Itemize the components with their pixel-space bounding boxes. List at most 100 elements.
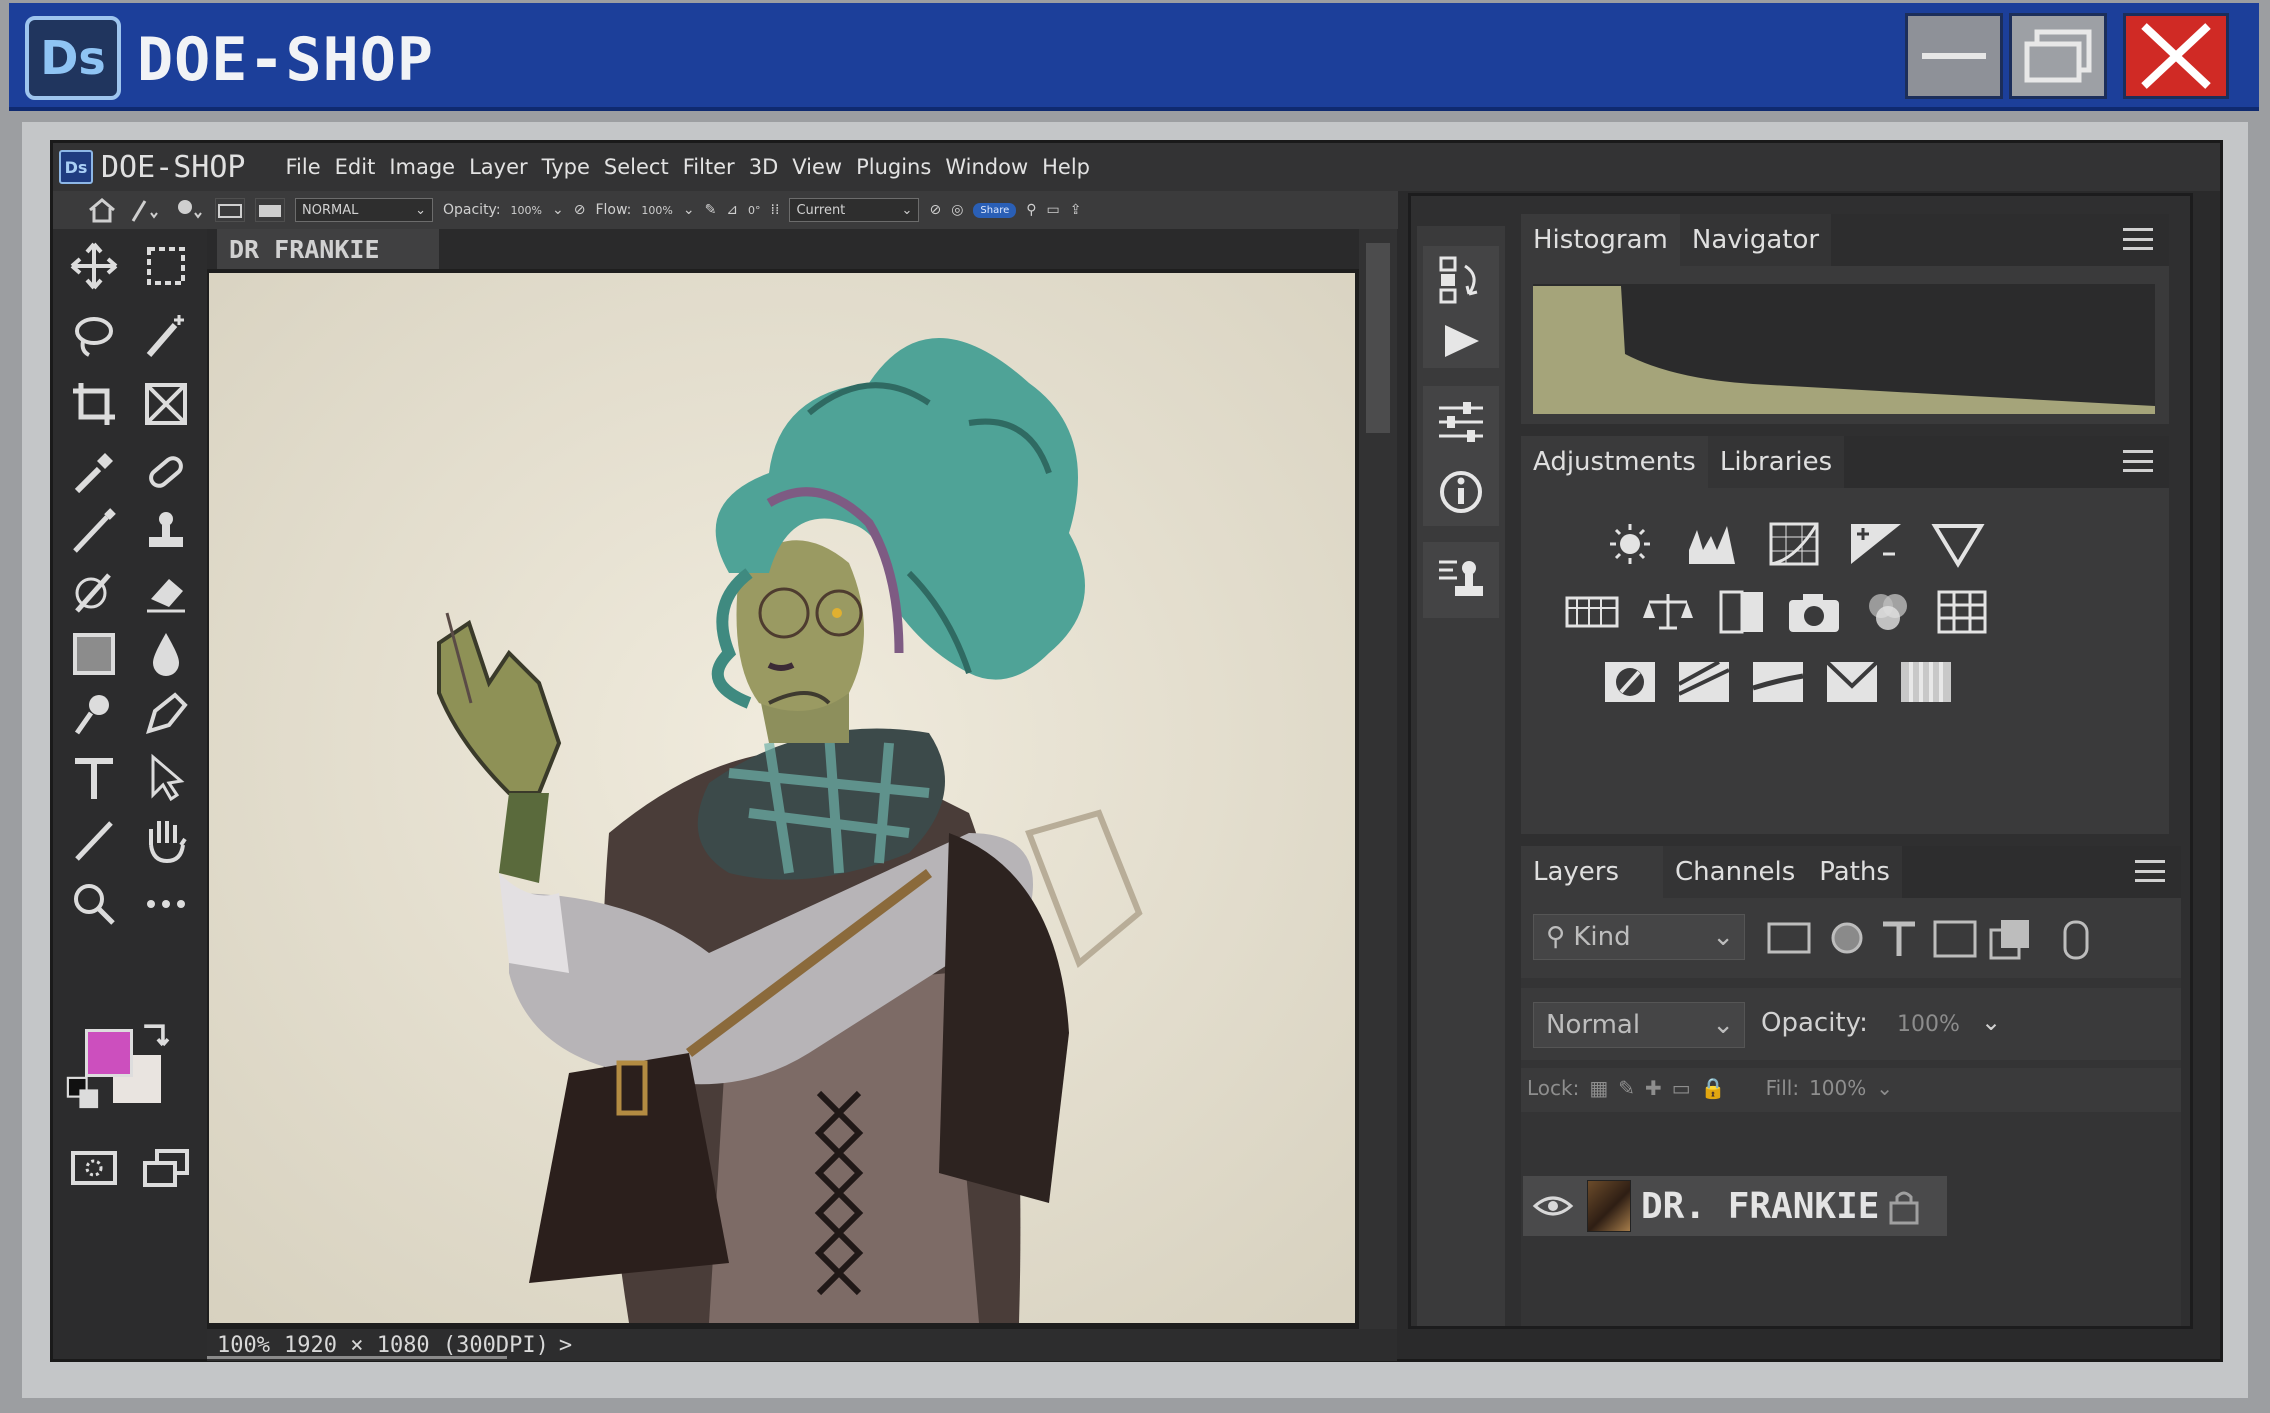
lock-transparency-icon[interactable]: ▦ <box>1589 1076 1608 1100</box>
layer-lock-icon[interactable] <box>1887 1187 1921 1225</box>
brush-panel-button[interactable] <box>215 198 245 222</box>
move-tool-icon[interactable] <box>65 237 123 295</box>
pen-tool-icon[interactable] <box>137 685 195 743</box>
default-colors-icon[interactable] <box>65 1075 101 1111</box>
menu-layer[interactable]: Layer <box>469 155 528 179</box>
marquee-tool-icon[interactable] <box>137 237 195 295</box>
tab-libraries[interactable]: Libraries <box>1707 436 1845 488</box>
adjustments-sliders-icon[interactable] <box>1435 396 1487 448</box>
menu-edit[interactable]: Edit <box>335 155 376 179</box>
menu-3d[interactable]: 3D <box>749 155 779 179</box>
gradient-map-icon[interactable] <box>1821 656 1883 708</box>
filter-toggle-icon[interactable] <box>2063 920 2089 960</box>
opacity-value[interactable]: 100% <box>511 204 542 217</box>
tab-adjustments[interactable]: Adjustments <box>1521 436 1708 488</box>
status-expand-arrow[interactable]: > <box>559 1333 572 1358</box>
layers-panel-menu-icon[interactable] <box>2135 860 2165 882</box>
smart-object-filter-icon[interactable] <box>2001 920 2029 948</box>
menu-file[interactable]: File <box>286 155 321 179</box>
menu-type[interactable]: Type <box>542 155 590 179</box>
photo-filter-icon[interactable] <box>1783 586 1845 638</box>
history-brush-tool-icon[interactable] <box>65 563 123 621</box>
layer-blend-select[interactable]: Normal ⌄ <box>1533 1002 1745 1048</box>
zoom-tool-icon[interactable] <box>65 875 123 933</box>
tab-channels[interactable]: Channels <box>1663 846 1808 898</box>
screen-mode-icon[interactable] <box>137 1139 195 1197</box>
brush-size-icon[interactable] <box>171 197 205 223</box>
more-tools-icon[interactable] <box>137 875 195 933</box>
workspace-icon[interactable]: ▭ <box>1047 202 1060 218</box>
eraser-tool-icon[interactable] <box>137 563 195 621</box>
share-button[interactable]: Share <box>973 202 1017 218</box>
target-icon[interactable]: ◎ <box>951 202 963 218</box>
magic-wand-tool-icon[interactable] <box>137 307 195 365</box>
line-tool-icon[interactable] <box>65 811 123 869</box>
histogram-panel-menu-icon[interactable] <box>2123 228 2153 250</box>
threshold-icon[interactable] <box>1747 656 1809 708</box>
pressure-size-icon[interactable]: ⊘ <box>929 202 941 218</box>
lock-all-icon[interactable]: 🔒 <box>1701 1076 1726 1100</box>
adjustment-filter-icon[interactable] <box>1831 922 1863 954</box>
layer-row[interactable]: DR. FRANKIE <box>1523 1176 1947 1236</box>
history-icon[interactable] <box>1435 254 1487 306</box>
invert-icon[interactable] <box>1599 656 1661 708</box>
gradient-tool-icon[interactable] <box>65 625 123 683</box>
chevron-down-icon[interactable]: ⌄ <box>683 202 695 218</box>
clone-source-icon[interactable] <box>1435 554 1487 606</box>
brightness-icon[interactable] <box>1599 518 1661 570</box>
chevron-down-icon[interactable]: ⌄ <box>1981 1008 2001 1036</box>
tab-histogram[interactable]: Histogram <box>1521 214 1680 266</box>
selective-color-icon[interactable] <box>1895 656 1957 708</box>
artwork-canvas[interactable] <box>209 273 1355 1323</box>
lock-paint-icon[interactable]: ✎ <box>1618 1076 1635 1100</box>
exposure-icon[interactable] <box>1845 518 1907 570</box>
stamp-tool-icon[interactable] <box>137 503 195 561</box>
swap-colors-icon[interactable] <box>137 1019 173 1055</box>
menu-help[interactable]: Help <box>1042 155 1090 179</box>
brush-tool-icon[interactable] <box>65 503 123 561</box>
symmetry-icon[interactable]: ⁞⁞ <box>771 202 780 218</box>
home-icon[interactable] <box>87 197 117 223</box>
flow-value[interactable]: 100% <box>641 204 672 217</box>
play-actions-icon[interactable] <box>1435 321 1487 361</box>
menu-filter[interactable]: Filter <box>683 155 735 179</box>
menu-plugins[interactable]: Plugins <box>856 155 931 179</box>
angle-value[interactable]: 0° <box>748 204 761 217</box>
airbrush-icon[interactable]: ✎ <box>705 202 717 218</box>
layer-kind-filter[interactable]: ⚲ Kind ⌄ <box>1533 914 1745 960</box>
dodge-tool-icon[interactable] <box>65 685 123 743</box>
hue-saturation-icon[interactable] <box>1561 586 1623 638</box>
minimize-button[interactable] <box>1905 13 2003 99</box>
menu-window[interactable]: Window <box>945 155 1028 179</box>
eyedropper-tool-icon[interactable] <box>65 443 123 501</box>
tab-paths[interactable]: Paths <box>1807 846 1902 898</box>
clone-source-button[interactable] <box>255 198 285 222</box>
shape-filter-icon[interactable] <box>1933 920 1977 958</box>
channel-mixer-icon[interactable] <box>1857 586 1919 638</box>
quick-mask-icon[interactable] <box>65 1139 123 1197</box>
posterize-icon[interactable] <box>1673 656 1735 708</box>
frame-tool-icon[interactable] <box>137 375 195 433</box>
levels-icon[interactable] <box>1681 518 1743 570</box>
tab-navigator[interactable]: Navigator <box>1679 214 1832 266</box>
adjustments-panel-menu-icon[interactable] <box>2123 450 2153 472</box>
canvas-scroll-thumb[interactable] <box>1366 243 1390 433</box>
fill-value[interactable]: 100% <box>1809 1076 1866 1100</box>
lock-artboard-icon[interactable]: ▭ <box>1672 1076 1691 1100</box>
document-tab[interactable]: DR FRANKIE <box>217 229 439 269</box>
zoom-level[interactable]: 100% <box>217 1333 270 1358</box>
blend-mode-select[interactable]: NORMAL ⌄ <box>295 198 433 222</box>
pressure-opacity-icon[interactable]: ⊘ <box>574 202 586 218</box>
healing-tool-icon[interactable] <box>137 443 195 501</box>
search-icon[interactable]: ⚲ <box>1026 202 1036 218</box>
vibrance-icon[interactable] <box>1927 518 1989 570</box>
type-filter-icon[interactable] <box>1883 921 1915 956</box>
maximize-button[interactable] <box>2009 13 2107 99</box>
lock-position-icon[interactable]: ✚ <box>1645 1076 1662 1100</box>
color-lookup-icon[interactable] <box>1931 586 1993 638</box>
crop-tool-icon[interactable] <box>65 375 123 433</box>
tab-layers[interactable]: Layers <box>1521 846 1663 898</box>
blur-tool-icon[interactable] <box>137 625 195 683</box>
path-select-tool-icon[interactable] <box>137 749 195 807</box>
info-icon[interactable] <box>1437 468 1485 516</box>
